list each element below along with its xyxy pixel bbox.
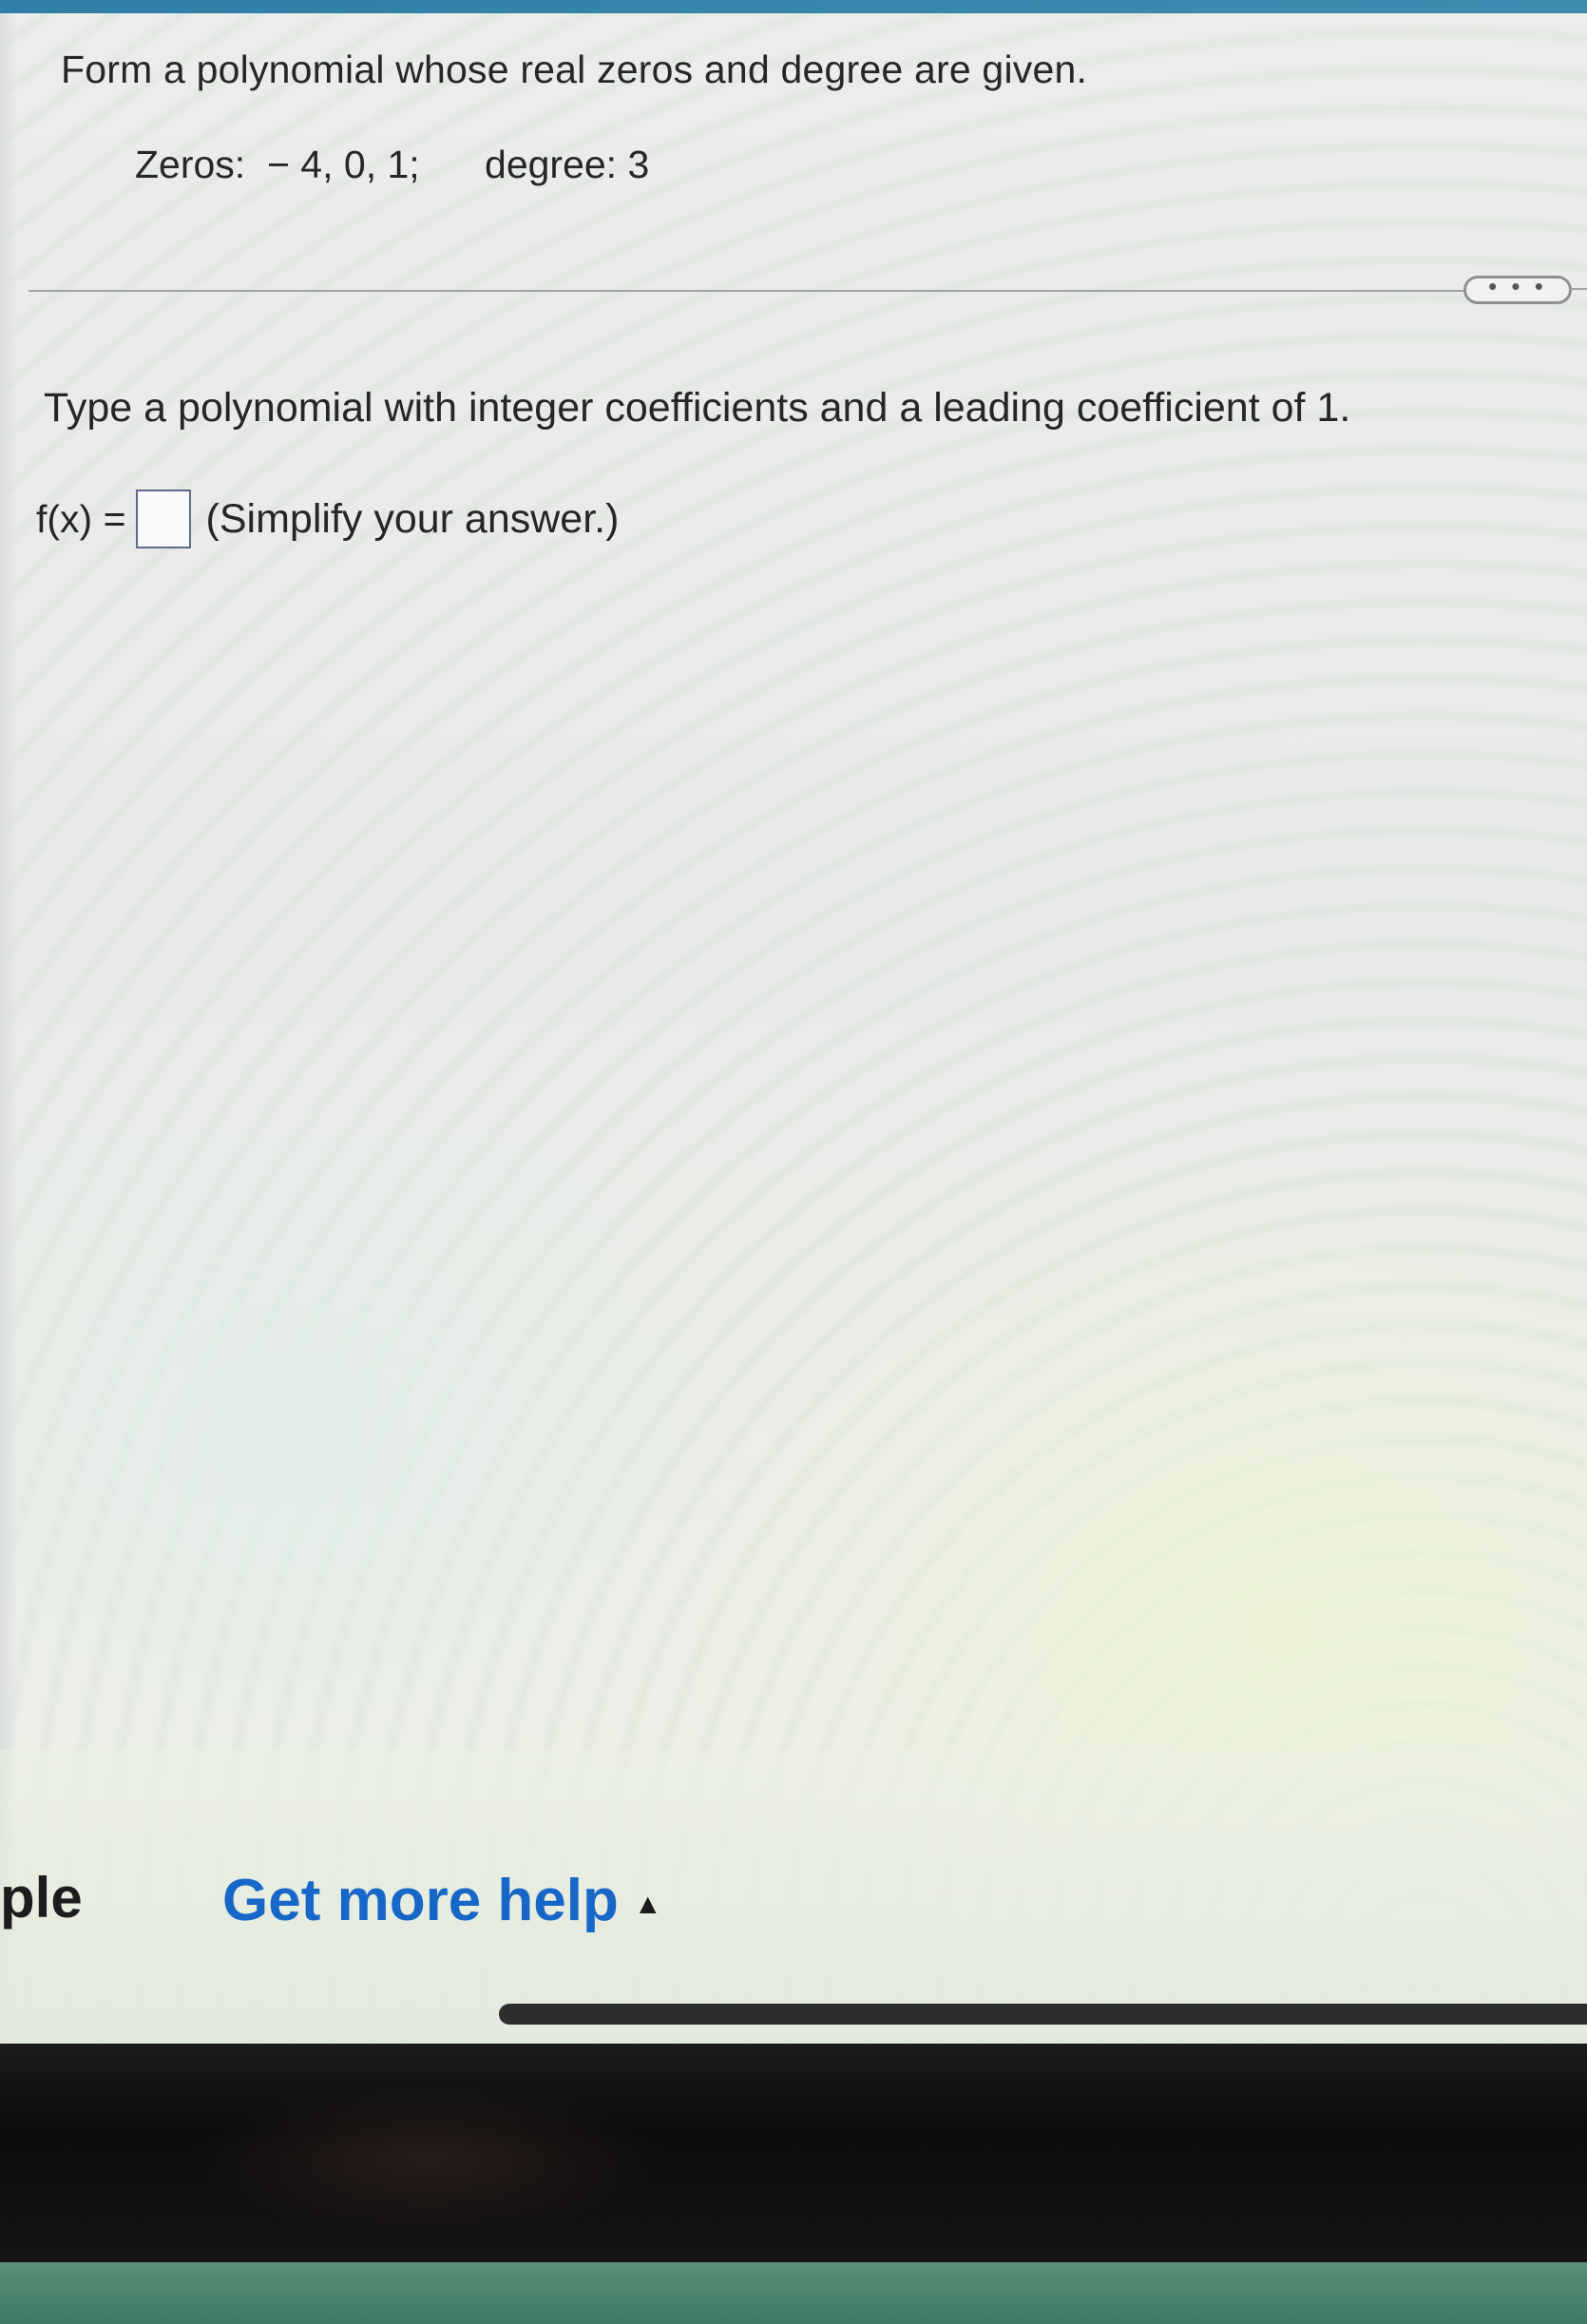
get-more-help-label: Get more help <box>222 1868 619 1933</box>
answer-row: f(x) = (Simplify your answer.) <box>36 490 619 548</box>
section-divider <box>29 290 1463 292</box>
given-zeros-degree: Zeros: − 4, 0, 1; degree: 3 <box>135 143 650 186</box>
simplify-hint: (Simplify your answer.) <box>205 495 620 542</box>
question-statement: Form a polynomial whose real zeros and d… <box>61 48 1088 91</box>
answer-input[interactable] <box>135 490 191 548</box>
bezel-reflection <box>190 2082 665 2234</box>
get-more-help-button[interactable]: Get more help ▲ <box>222 1867 662 1934</box>
panel-left-edge <box>0 13 17 2044</box>
top-accent-strip <box>0 0 1587 13</box>
answer-instruction: Type a polynomial with integer coefficie… <box>44 385 1351 431</box>
caret-up-icon: ▲ <box>633 1888 662 1920</box>
desk-surface <box>0 2262 1587 2324</box>
section-divider-tail <box>1570 288 1587 290</box>
question-panel <box>0 13 1587 2044</box>
footer-scrollbar[interactable] <box>499 2004 1587 2025</box>
view-example-button-partial[interactable]: ple <box>0 1865 83 1930</box>
ellipsis-icon: • • • <box>1488 272 1547 300</box>
function-label: f(x) = <box>36 496 126 541</box>
expand-more-button[interactable]: • • • <box>1463 272 1572 304</box>
